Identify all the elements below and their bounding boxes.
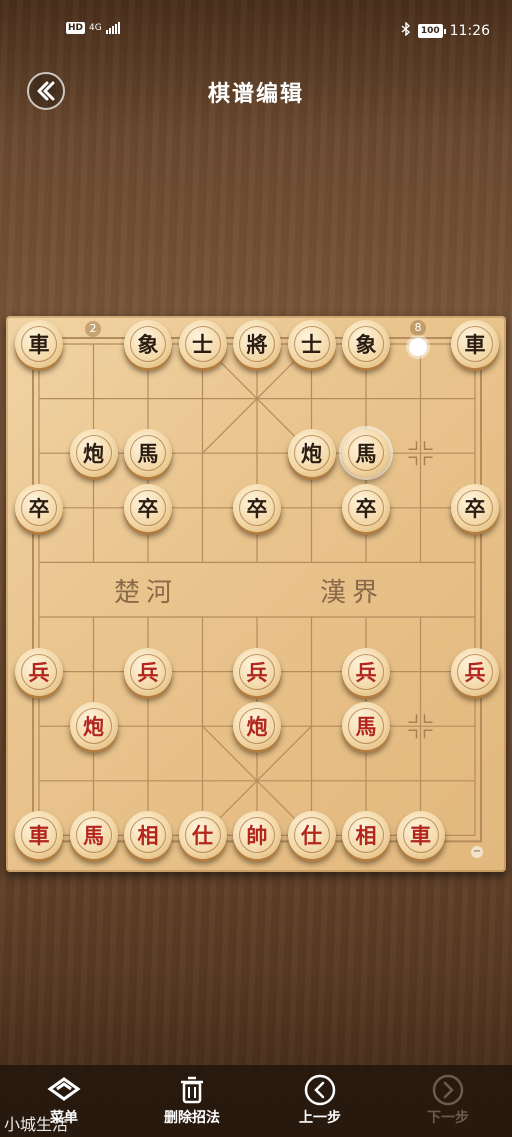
- column-number-top-left: 2: [85, 321, 101, 337]
- position-mark: [423, 729, 433, 739]
- piece-character: 炮: [239, 708, 275, 745]
- signal-icon: [105, 22, 120, 34]
- black-horse-piece[interactable]: 馬: [124, 429, 172, 478]
- menu-icon: [47, 1077, 81, 1101]
- piece-character: 帥: [239, 817, 275, 854]
- black-elephant-piece[interactable]: 象: [124, 320, 172, 368]
- red-horse-piece[interactable]: 馬: [69, 811, 118, 860]
- piece-character: 兵: [348, 653, 384, 690]
- piece-character: 兵: [21, 653, 57, 690]
- piece-character: 仕: [293, 817, 330, 854]
- black-chariot-piece[interactable]: 車: [15, 320, 63, 368]
- black-cannon-piece[interactable]: 炮: [287, 429, 336, 478]
- network-type: 4G: [89, 23, 102, 33]
- trash-icon: [181, 1076, 203, 1104]
- previous-step-button[interactable]: 上一步: [265, 1073, 375, 1127]
- bottom-toolbar: 菜单 删除招法 上一步 下一步: [0, 1065, 512, 1137]
- black-advisor-piece[interactable]: 士: [287, 320, 336, 368]
- river-label-right: 漢界: [320, 578, 385, 608]
- red-soldier-piece[interactable]: 兵: [15, 647, 63, 696]
- bluetooth-icon: [401, 21, 411, 40]
- column-number-top-right: 8: [410, 320, 426, 336]
- red-horse-piece[interactable]: 馬: [342, 702, 390, 751]
- red-cannon-piece[interactable]: 炮: [233, 702, 281, 751]
- clock: 11:26: [449, 23, 490, 39]
- black-cannon-piece[interactable]: 炮: [69, 429, 118, 478]
- title-bar: 棋谱编辑: [0, 60, 512, 124]
- piece-character: 士: [184, 326, 221, 362]
- watermark: 小城生活: [4, 1115, 69, 1134]
- piece-character: 馬: [130, 435, 166, 472]
- piece-character: 兵: [130, 653, 166, 690]
- chevron-left-circle-icon: [304, 1074, 336, 1106]
- piece-character: 兵: [457, 653, 493, 690]
- piece-character: 馬: [348, 435, 384, 472]
- position-mark: [408, 456, 418, 466]
- piece-character: 士: [293, 326, 330, 362]
- river-label-left: 楚河: [114, 578, 179, 608]
- previous-step-label: 上一步: [299, 1110, 341, 1126]
- black-soldier-piece[interactable]: 卒: [233, 483, 281, 532]
- piece-character: 仕: [184, 817, 221, 854]
- black-horse-piece[interactable]: 馬: [342, 429, 390, 478]
- black-soldier-piece[interactable]: 卒: [451, 483, 499, 532]
- red-cannon-piece[interactable]: 炮: [69, 702, 118, 751]
- piece-character: 車: [402, 817, 439, 854]
- black-chariot-piece[interactable]: 車: [451, 320, 499, 368]
- piece-character: 相: [348, 817, 384, 854]
- black-soldier-piece[interactable]: 卒: [124, 483, 172, 532]
- black-advisor-piece[interactable]: 士: [178, 320, 227, 368]
- chevron-right-circle-icon: [432, 1074, 464, 1106]
- hd-badge: HD: [66, 22, 86, 34]
- black-general-piece[interactable]: 將: [233, 320, 281, 368]
- corner-mark: −: [471, 846, 483, 858]
- piece-character: 炮: [293, 435, 330, 472]
- piece-character: 炮: [75, 435, 112, 472]
- piece-character: 卒: [348, 489, 384, 526]
- delete-move-button[interactable]: 删除招法: [137, 1073, 247, 1127]
- piece-character: 相: [130, 817, 166, 854]
- position-mark: [423, 441, 433, 450]
- position-mark: [408, 729, 418, 739]
- piece-character: 卒: [457, 489, 493, 526]
- board-grid: [32, 337, 482, 843]
- red-chariot-piece[interactable]: 車: [396, 811, 445, 860]
- piece-character: 馬: [348, 708, 384, 745]
- position-mark: [408, 441, 418, 450]
- battery-indicator: 100: [417, 24, 446, 38]
- piece-character: 車: [457, 326, 493, 362]
- piece-character: 象: [130, 326, 166, 362]
- position-mark: [423, 456, 433, 466]
- black-soldier-piece[interactable]: 卒: [342, 483, 390, 532]
- red-soldier-piece[interactable]: 兵: [233, 647, 281, 696]
- position-mark: [408, 714, 418, 723]
- chess-board[interactable]: 楚河 漢界 2 8 − 車象士將士象車炮馬炮馬卒卒卒卒卒兵兵兵兵兵炮炮馬車馬相仕…: [6, 316, 506, 872]
- piece-character: 卒: [21, 489, 57, 526]
- black-soldier-piece[interactable]: 卒: [15, 483, 63, 532]
- piece-character: 兵: [239, 653, 275, 690]
- piece-character: 馬: [75, 817, 112, 854]
- black-elephant-piece[interactable]: 象: [342, 320, 390, 368]
- piece-character: 將: [239, 326, 275, 362]
- red-soldier-piece[interactable]: 兵: [451, 647, 499, 696]
- next-step-button[interactable]: 下一步: [393, 1073, 503, 1127]
- piece-character: 象: [348, 326, 384, 362]
- next-step-label: 下一步: [427, 1110, 469, 1126]
- red-soldier-piece[interactable]: 兵: [124, 647, 172, 696]
- piece-character: 卒: [239, 489, 275, 526]
- piece-character: 炮: [75, 708, 112, 745]
- piece-character: 卒: [130, 489, 166, 526]
- move-origin-marker: [409, 338, 427, 356]
- delete-move-label: 删除招法: [164, 1110, 220, 1126]
- red-advisor-piece[interactable]: 仕: [178, 811, 227, 860]
- page-title: 棋谱编辑: [207, 82, 304, 107]
- piece-character: 車: [21, 817, 57, 854]
- red-soldier-piece[interactable]: 兵: [342, 647, 390, 696]
- piece-character: 車: [21, 326, 57, 362]
- red-advisor-piece[interactable]: 仕: [287, 811, 336, 860]
- status-bar: HD 4G 100 11:26: [0, 0, 512, 60]
- position-mark: [423, 714, 433, 723]
